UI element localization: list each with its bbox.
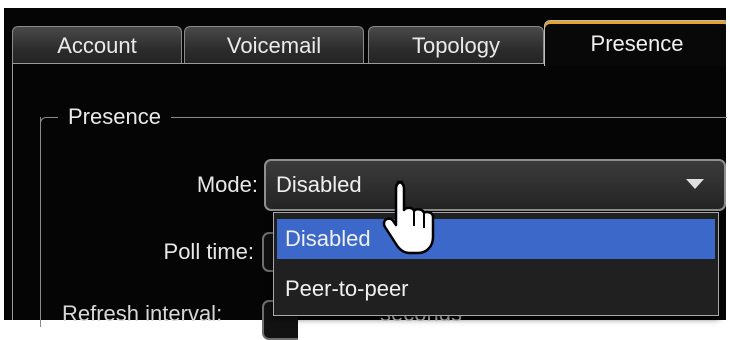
- tab-voicemail[interactable]: Voicemail: [184, 26, 364, 64]
- tab-voicemail-label: Voicemail: [226, 33, 322, 58]
- group-border-left: [40, 117, 41, 327]
- group-border-corner: [40, 117, 51, 128]
- tab-bar: Account Voicemail Topology Presence: [12, 20, 726, 66]
- poll-time-label: Poll time:: [163, 239, 254, 264]
- mode-label: Mode:: [196, 172, 258, 197]
- tab-presence[interactable]: Presence: [544, 20, 726, 66]
- tab-presence-label: Presence: [590, 31, 684, 56]
- tab-topology[interactable]: Topology: [368, 26, 544, 64]
- mode-select[interactable]: Disabled: [264, 159, 726, 211]
- tab-account-label: Account: [57, 33, 137, 58]
- hand-pointer-icon: [380, 178, 440, 263]
- option-peer-to-peer-label: Peer-to-peer: [285, 276, 409, 301]
- mode-dropdown-list: Disabled Peer-to-peer: [273, 212, 719, 316]
- option-peer-to-peer[interactable]: Peer-to-peer: [277, 269, 715, 309]
- mode-select-value: Disabled: [276, 172, 362, 197]
- tab-account[interactable]: Account: [12, 26, 182, 64]
- option-disabled-label: Disabled: [285, 226, 371, 251]
- option-disabled[interactable]: Disabled: [277, 219, 715, 259]
- hand-pointer-svg: [382, 180, 435, 255]
- chevron-down-icon[interactable]: [686, 179, 704, 189]
- group-title: Presence: [58, 103, 171, 131]
- refresh-interval-label: Refresh interval:: [62, 301, 223, 326]
- tab-topology-label: Topology: [411, 33, 501, 58]
